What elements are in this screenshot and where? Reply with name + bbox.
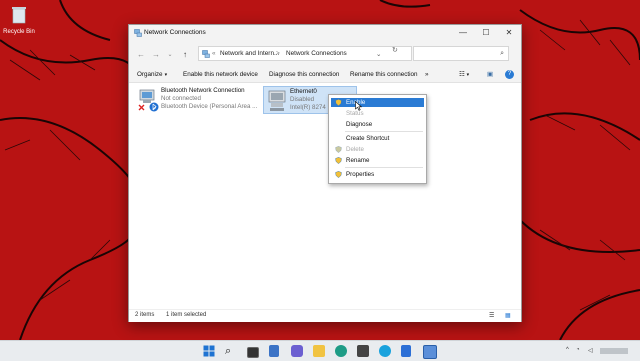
item-count: 2 items bbox=[135, 312, 155, 318]
breadcrumb-overflow[interactable]: « bbox=[212, 50, 216, 57]
back-icon[interactable]: ← bbox=[136, 50, 146, 60]
view-options-icon[interactable]: ☷ ▾ bbox=[459, 71, 469, 78]
menu-item-rename[interactable]: Rename bbox=[331, 156, 424, 165]
search-box[interactable]: ⌕ bbox=[413, 46, 509, 61]
recycle-bin[interactable]: Recycle Bin bbox=[2, 6, 36, 35]
menu-item-enable[interactable]: Enable bbox=[331, 98, 424, 107]
search-icon[interactable]: ⌕ bbox=[225, 345, 237, 357]
task-view-icon[interactable] bbox=[247, 347, 259, 358]
connection-status: Disabled bbox=[290, 96, 315, 103]
breadcrumb-network-internet[interactable]: Network and Intern... bbox=[220, 50, 279, 57]
recycle-bin-label: Recycle Bin bbox=[3, 29, 35, 35]
rename-button[interactable]: Rename this connection bbox=[350, 71, 418, 78]
preview-pane-icon[interactable]: ▣ bbox=[487, 71, 493, 78]
forward-icon[interactable]: → bbox=[151, 50, 161, 60]
recycle-bin-icon bbox=[12, 7, 26, 24]
menu-item-label: Properties bbox=[346, 171, 375, 178]
menu-item-label: Rename bbox=[346, 157, 370, 164]
network-connections-taskbar-icon[interactable] bbox=[423, 345, 437, 359]
breadcrumb-network-connections[interactable]: Network Connections bbox=[286, 50, 347, 57]
volume-icon[interactable]: ◁ bbox=[588, 347, 593, 354]
mouse-cursor-icon bbox=[355, 101, 362, 111]
search-icon: ⌕ bbox=[500, 50, 504, 57]
title-bar[interactable]: Network Connections — ☐ ✕ bbox=[129, 25, 521, 41]
shield-icon bbox=[335, 146, 342, 153]
minimize-button[interactable]: — bbox=[452, 25, 474, 41]
edge-icon[interactable] bbox=[335, 345, 347, 357]
maximize-button[interactable]: ☐ bbox=[475, 25, 497, 41]
ethernet-icon bbox=[268, 90, 286, 111]
menu-item-status[interactable]: Status bbox=[331, 109, 424, 118]
bluetooth-network-icon bbox=[138, 89, 159, 112]
help-icon[interactable]: ? bbox=[505, 70, 514, 79]
window-title: Network Connections bbox=[144, 29, 206, 36]
menu-item-create-shortcut[interactable]: Create Shortcut bbox=[331, 134, 424, 143]
organize-menu[interactable]: Organize ▾ bbox=[137, 71, 167, 78]
recent-dropdown-icon[interactable]: ⌄ bbox=[165, 50, 175, 60]
network-connections-window: Network Connections — ☐ ✕ ← → ⌄ ↑ « Netw… bbox=[128, 24, 522, 322]
diagnose-button[interactable]: Diagnose this connection bbox=[269, 71, 339, 78]
tray-chevron-icon[interactable]: ^ bbox=[566, 347, 569, 353]
address-bar-area: ← → ⌄ ↑ « Network and Intern... > Networ… bbox=[129, 41, 521, 69]
address-dropdown-icon[interactable]: ⌄ bbox=[376, 50, 381, 58]
connection-device: Bluetooth Device (Personal Area ... bbox=[161, 103, 258, 110]
connections-list: Bluetooth Network Connection Not connect… bbox=[129, 83, 521, 309]
selection-count: 1 item selected bbox=[166, 312, 207, 318]
skype-icon[interactable] bbox=[379, 345, 391, 357]
connection-bluetooth[interactable]: Bluetooth Network Connection Not connect… bbox=[135, 86, 261, 114]
shield-icon bbox=[335, 99, 342, 106]
widgets-icon[interactable] bbox=[269, 345, 279, 357]
menu-item-label: Status bbox=[346, 110, 364, 117]
connection-device: Intel(R) 8274 bbox=[290, 104, 326, 111]
command-bar: Organize ▾ Enable this network device Dia… bbox=[129, 69, 521, 83]
menu-item-label: Diagnose bbox=[346, 121, 373, 128]
context-menu: Enable Status Diagnose Create Shortcut D… bbox=[328, 94, 427, 184]
address-bar[interactable]: « Network and Intern... > Network Connec… bbox=[198, 46, 412, 61]
menu-item-label: Delete bbox=[346, 146, 364, 153]
shield-icon bbox=[335, 171, 342, 178]
file-explorer-icon[interactable] bbox=[313, 345, 325, 357]
search-input[interactable] bbox=[416, 48, 496, 61]
refresh-icon[interactable]: ↻ bbox=[392, 46, 398, 54]
menu-item-label: Create Shortcut bbox=[346, 135, 390, 142]
breadcrumb-separator: > bbox=[276, 50, 280, 57]
enable-device-button[interactable]: Enable this network device bbox=[183, 71, 258, 78]
network-icon bbox=[202, 50, 210, 58]
status-bar: 2 items 1 item selected ☰ ▦ bbox=[129, 309, 521, 322]
start-icon[interactable] bbox=[203, 345, 215, 357]
large-icons-view-icon[interactable]: ▦ bbox=[505, 312, 511, 319]
menu-separator bbox=[345, 167, 423, 168]
up-icon[interactable]: ↑ bbox=[180, 50, 190, 60]
wifi-icon[interactable]: ◔ bbox=[576, 347, 580, 353]
chevron-down-icon: ▾ bbox=[164, 72, 168, 78]
notepad-icon[interactable] bbox=[401, 345, 411, 357]
menu-item-delete[interactable]: Delete bbox=[331, 145, 424, 154]
more-commands-button[interactable]: » bbox=[425, 71, 429, 78]
connection-name: Ethernet0 bbox=[290, 88, 317, 95]
menu-separator bbox=[345, 131, 423, 132]
chat-icon[interactable] bbox=[291, 345, 303, 357]
close-button[interactable]: ✕ bbox=[498, 25, 520, 41]
connection-status: Not connected bbox=[161, 95, 201, 102]
store-icon[interactable] bbox=[357, 345, 369, 357]
menu-item-diagnose[interactable]: Diagnose bbox=[331, 120, 424, 129]
shield-icon bbox=[335, 157, 342, 164]
organize-label: Organize bbox=[137, 71, 163, 78]
menu-item-properties[interactable]: Properties bbox=[331, 170, 424, 179]
network-icon bbox=[134, 29, 142, 37]
taskbar: ⌕ ^ ◔ ◁ bbox=[0, 340, 640, 361]
clock[interactable] bbox=[600, 348, 628, 354]
details-view-icon[interactable]: ☰ bbox=[489, 312, 494, 319]
connection-name: Bluetooth Network Connection bbox=[161, 87, 245, 94]
